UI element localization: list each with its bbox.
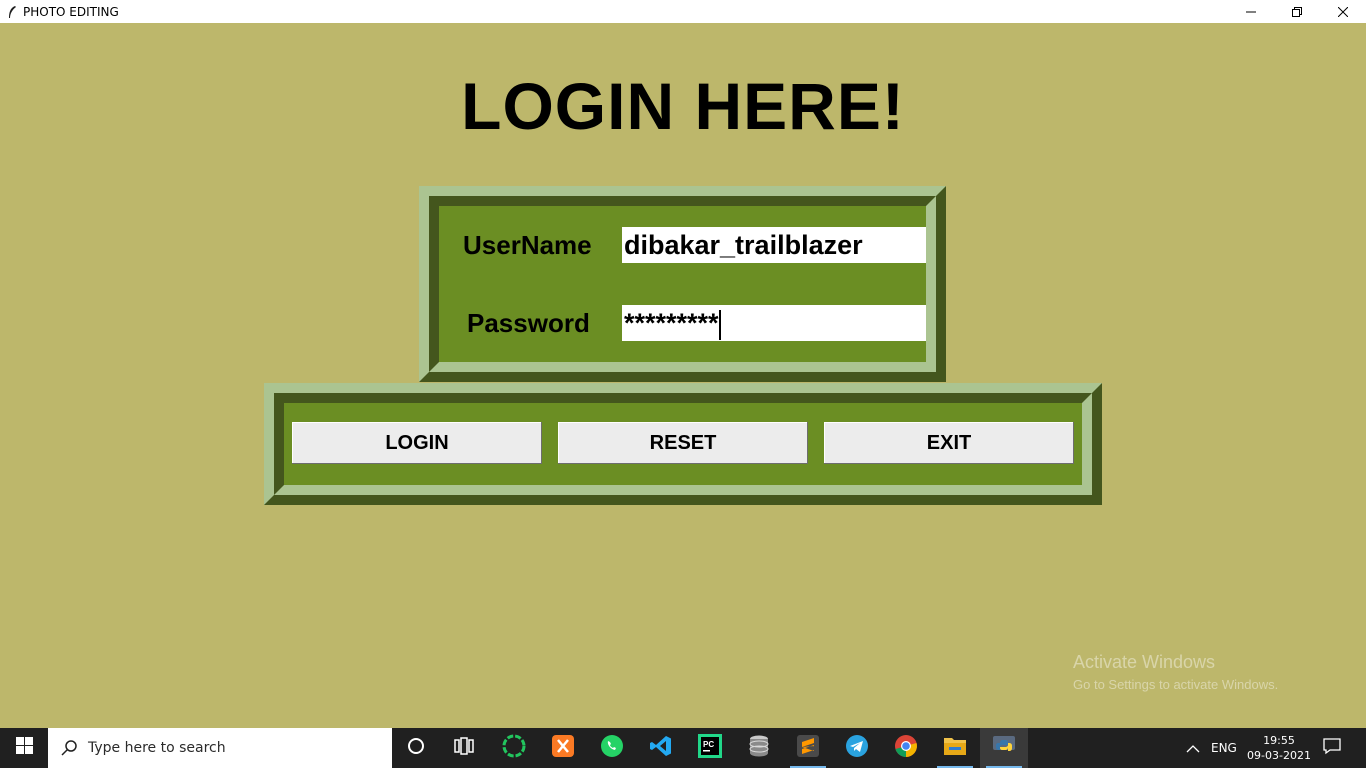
password-value: ********* xyxy=(624,308,719,338)
tray-overflow-button[interactable] xyxy=(1186,728,1200,768)
start-button[interactable] xyxy=(0,728,48,768)
task-view-button[interactable] xyxy=(440,728,488,768)
file-explorer-icon xyxy=(943,735,967,762)
taskbar-app-chrome[interactable] xyxy=(882,728,930,768)
chevron-up-icon xyxy=(1186,739,1200,758)
telegram-icon xyxy=(845,734,869,763)
pycharm-icon: PC xyxy=(698,733,722,763)
windows-logo-icon xyxy=(15,737,33,759)
database-icon xyxy=(748,734,770,763)
action-center-button[interactable] xyxy=(1322,728,1342,768)
taskbar-search[interactable]: Type here to search xyxy=(48,728,392,768)
taskbar-app-telegram[interactable] xyxy=(833,728,881,768)
clock-time: 19:55 xyxy=(1263,734,1295,747)
minimize-button[interactable] xyxy=(1228,0,1274,23)
taskbar-app-sublime[interactable] xyxy=(784,728,832,768)
feather-icon xyxy=(5,5,19,19)
circular-app-icon xyxy=(501,733,527,764)
taskbar-app-whatsapp[interactable] xyxy=(588,728,636,768)
login-frame: UserName dibakar_trailblazer Password **… xyxy=(419,186,946,382)
taskbar-app-circular[interactable] xyxy=(490,728,538,768)
chrome-icon xyxy=(894,734,918,763)
search-icon xyxy=(60,739,78,757)
sublime-icon xyxy=(796,734,820,763)
taskbar-app-file-explorer[interactable] xyxy=(931,728,979,768)
cortana-button[interactable] xyxy=(392,728,440,768)
activation-watermark: Activate Windows Go to Settings to activ… xyxy=(1073,652,1278,692)
language-indicator[interactable]: ENG xyxy=(1211,728,1237,768)
vscode-icon xyxy=(649,734,673,763)
username-label: UserName xyxy=(463,230,592,260)
button-frame: LOGIN RESET EXIT xyxy=(264,383,1102,505)
text-cursor xyxy=(718,309,721,340)
taskbar-app-pycharm[interactable]: PC xyxy=(686,728,734,768)
exit-button[interactable]: EXIT xyxy=(824,422,1074,464)
taskbar-clock[interactable]: 19:55 09-03-2021 xyxy=(1247,728,1311,768)
taskbar-app-vscode[interactable] xyxy=(637,728,685,768)
username-field[interactable]: dibakar_trailblazer xyxy=(622,227,926,263)
taskbar: Type here to search PC ENG 19:55 09-03-2… xyxy=(0,728,1366,768)
taskbar-app-database[interactable] xyxy=(735,728,783,768)
password-field[interactable]: ********* xyxy=(622,305,926,341)
notification-icon xyxy=(1322,737,1342,759)
button-panel: LOGIN RESET EXIT xyxy=(274,393,1092,495)
watermark-title: Activate Windows xyxy=(1073,652,1216,672)
watermark-subtitle: Go to Settings to activate Windows. xyxy=(1073,677,1279,692)
login-button[interactable]: LOGIN xyxy=(292,422,542,464)
password-label: Password xyxy=(467,308,590,338)
taskbar-app-python[interactable] xyxy=(980,728,1028,768)
window-titlebar: PHOTO EDITING xyxy=(0,0,1366,23)
whatsapp-icon xyxy=(600,734,624,763)
task-view-icon xyxy=(454,736,474,760)
cortana-icon xyxy=(407,737,425,760)
page-title: LOGIN HERE! xyxy=(461,69,905,143)
reset-button[interactable]: RESET xyxy=(558,422,808,464)
taskbar-app-xampp[interactable] xyxy=(539,728,587,768)
restore-button[interactable] xyxy=(1274,0,1320,23)
xampp-icon xyxy=(551,734,575,763)
svg-text:PC: PC xyxy=(703,740,714,749)
python-icon xyxy=(992,734,1016,763)
search-placeholder: Type here to search xyxy=(88,740,226,756)
close-button[interactable] xyxy=(1320,0,1366,23)
login-panel: UserName dibakar_trailblazer Password **… xyxy=(429,196,936,372)
window-controls xyxy=(1228,0,1366,23)
clock-date: 09-03-2021 xyxy=(1247,749,1311,762)
window-title: PHOTO EDITING xyxy=(23,4,119,19)
